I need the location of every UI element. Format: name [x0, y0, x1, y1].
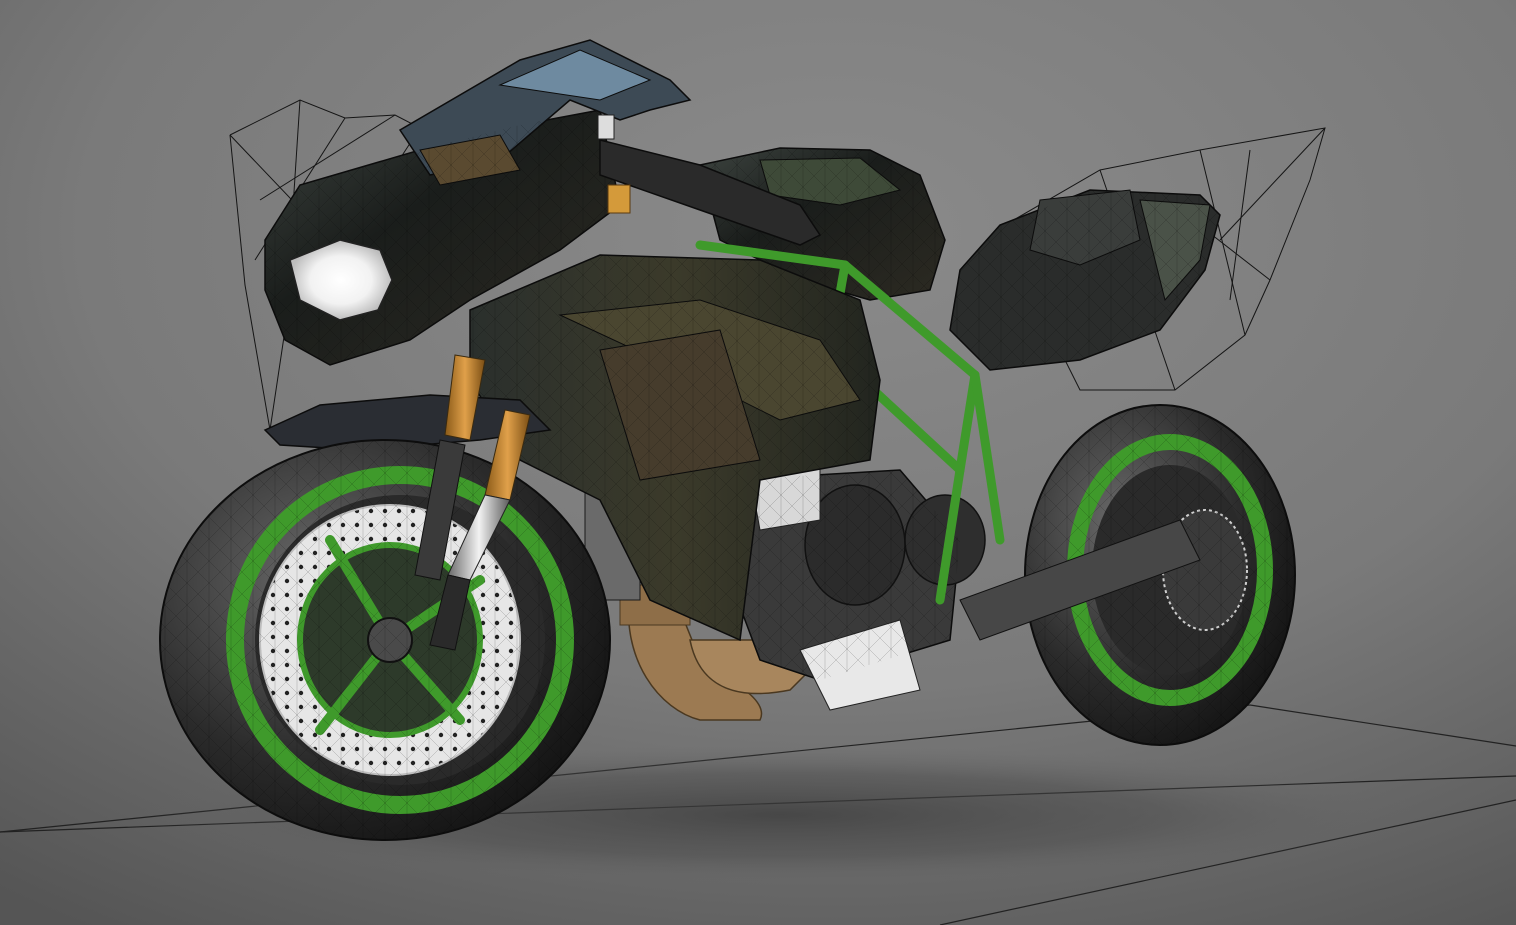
viewport-scene[interactable]	[0, 0, 1516, 925]
front-wheel[interactable]	[159, 439, 611, 841]
3d-viewport[interactable]	[0, 0, 1516, 925]
